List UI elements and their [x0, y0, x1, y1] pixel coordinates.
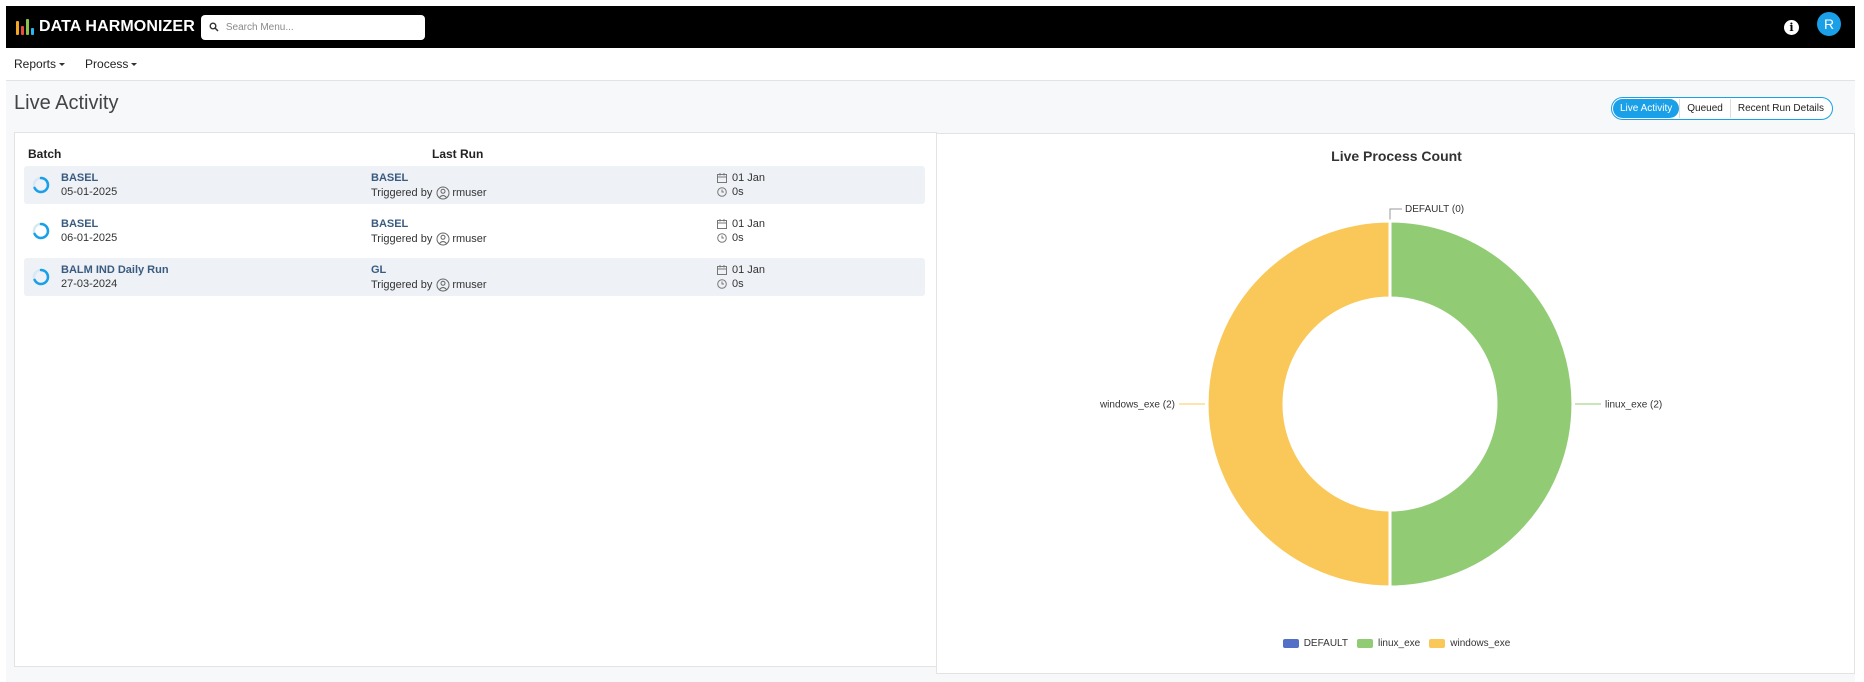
donut-chart: DEFAULT (0) linux_exe (2) windows_exe (2) [1099, 204, 1662, 589]
slice-label-linux-exe: linux_exe (2) [1605, 400, 1662, 411]
activity-table: Batch Last Run BASEL 05-01-2025 BASEL Tr… [14, 132, 937, 667]
triggered-label: Triggered by [371, 233, 433, 245]
search-input[interactable] [225, 21, 416, 33]
legend-swatch [1282, 639, 1299, 648]
menu-label: Reports [14, 57, 57, 71]
legend-item-linux-exe[interactable]: linux_exe [1356, 638, 1421, 649]
logo-bars-icon [16, 19, 34, 35]
tab-live-activity[interactable]: Live Activity [1613, 99, 1680, 118]
menu-bar: Reports Process [6, 48, 1855, 81]
run-day: 01 Jan [717, 264, 765, 276]
calendar-icon [717, 219, 727, 229]
search-icon [209, 22, 219, 32]
menu-label: Process [85, 57, 129, 71]
live-process-chart: Live Process Count DEFAULT (0) linux_exe … [936, 133, 1855, 674]
avatar[interactable]: R [1817, 12, 1841, 36]
slice-label-default: DEFAULT (0) [1405, 204, 1464, 215]
calendar-icon [717, 173, 727, 183]
spinner-icon [32, 176, 50, 194]
caret-down-icon [131, 63, 138, 66]
spinner-icon [32, 222, 50, 240]
batch-name[interactable]: BASEL [61, 172, 98, 184]
page-title: Live Activity [14, 92, 119, 114]
legend-item-windows-exe[interactable]: windows_exe [1429, 638, 1510, 649]
batch-date: 27-03-2024 [61, 278, 118, 290]
slice-windows-exe[interactable] [1205, 219, 1392, 589]
triggered-user: rmuser [452, 187, 487, 199]
triggered-user: rmuser [452, 279, 487, 291]
caret-down-icon [59, 63, 66, 66]
legend-swatch [1429, 639, 1446, 648]
view-switcher: Live Activity Queued Recent Run Details [1611, 97, 1833, 120]
legend-label: windows_exe [1450, 638, 1511, 649]
tab-recent-run-details[interactable]: Recent Run Details [1729, 99, 1831, 118]
search-box[interactable] [200, 14, 425, 40]
table-row[interactable]: BALM IND Daily Run 27-03-2024 GL Trigger… [24, 258, 925, 296]
table-row[interactable]: BASEL 05-01-2025 BASEL Triggered by rmus… [24, 166, 925, 204]
batch-name[interactable]: BASEL [61, 218, 98, 230]
legend-swatch [1356, 639, 1373, 648]
batch-date: 06-01-2025 [61, 232, 118, 244]
run-duration-value: 0s [732, 232, 744, 244]
run-duration-value: 0s [732, 186, 744, 198]
run-day: 01 Jan [717, 172, 765, 184]
user-icon [436, 186, 450, 200]
label-line-default [1389, 208, 1402, 221]
triggered-user: rmuser [452, 233, 487, 245]
legend-label: DEFAULT [1303, 638, 1348, 649]
info-icon[interactable]: i [1784, 20, 1799, 35]
slice-linux-exe[interactable] [1388, 219, 1575, 589]
slice-label-windows-exe: windows_exe (2) [1099, 400, 1175, 411]
spinner-icon [32, 268, 50, 286]
chart-legend: DEFAULT linux_exe windows_exe [937, 638, 1856, 649]
legend-item-default[interactable]: DEFAULT [1282, 638, 1348, 649]
run-duration: 0s [717, 278, 744, 290]
clock-icon [717, 279, 727, 289]
triggered-label: Triggered by [371, 187, 433, 199]
user-icon [436, 232, 450, 246]
last-run-name[interactable]: BASEL [371, 172, 408, 184]
run-duration-value: 0s [732, 278, 744, 290]
clock-icon [717, 233, 727, 243]
run-day-value: 01 Jan [732, 264, 766, 276]
run-day-value: 01 Jan [732, 172, 766, 184]
run-duration: 0s [717, 232, 744, 244]
app-title: DATA HARMONIZER [39, 18, 195, 35]
calendar-icon [717, 265, 727, 275]
batch-date: 05-01-2025 [61, 186, 118, 198]
run-day-value: 01 Jan [732, 218, 766, 230]
column-header-batch: Batch [28, 147, 62, 161]
run-duration: 0s [717, 186, 744, 198]
app-logo[interactable]: DATA HARMONIZER [16, 18, 195, 36]
menu-process[interactable]: Process [85, 57, 138, 71]
triggered-by: Triggered by rmuser [371, 278, 487, 292]
app-window: DATA HARMONIZER i R Reports Process Live… [6, 6, 1855, 682]
legend-label: linux_exe [1377, 638, 1421, 649]
batch-name[interactable]: BALM IND Daily Run [61, 264, 169, 276]
clock-icon [717, 187, 727, 197]
user-icon [436, 278, 450, 292]
triggered-by: Triggered by rmuser [371, 232, 487, 246]
last-run-name[interactable]: GL [371, 264, 386, 276]
run-day: 01 Jan [717, 218, 765, 230]
triggered-label: Triggered by [371, 279, 433, 291]
triggered-by: Triggered by rmuser [371, 186, 487, 200]
table-row[interactable]: BASEL 06-01-2025 BASEL Triggered by rmus… [24, 212, 925, 250]
last-run-name[interactable]: BASEL [371, 218, 408, 230]
top-bar: DATA HARMONIZER i R [6, 6, 1855, 48]
tab-queued[interactable]: Queued [1679, 99, 1730, 118]
menu-reports[interactable]: Reports [14, 57, 66, 71]
column-header-last-run: Last Run [432, 147, 484, 161]
